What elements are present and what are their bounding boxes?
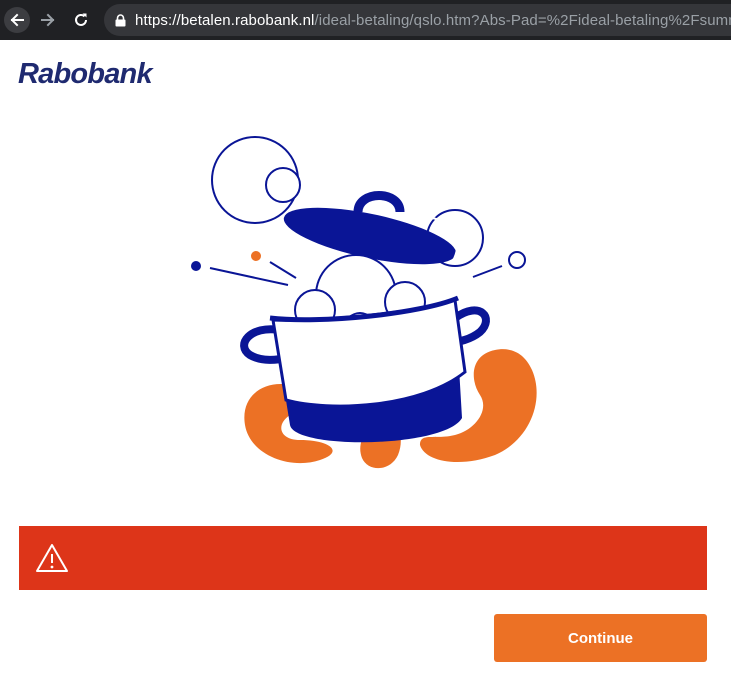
continue-button[interactable]: Continue	[494, 614, 707, 662]
motion-line	[269, 261, 297, 279]
motion-line	[209, 267, 289, 286]
arrow-right-icon	[41, 13, 55, 27]
address-bar[interactable]: https://betalen.rabobank.nl/ideal-betali…	[104, 4, 731, 36]
steam-bubble-small	[265, 167, 301, 203]
url-text: https://betalen.rabobank.nl/ideal-betali…	[135, 12, 731, 29]
steam-dot-orange	[251, 251, 261, 261]
steam-dot-left	[191, 261, 201, 271]
error-alert	[19, 526, 707, 590]
back-button[interactable]	[4, 7, 30, 33]
url-path: /ideal-betaling/qslo.htm?Abs-Pad=%2Fidea…	[314, 11, 731, 29]
url-host: https://betalen.rabobank.nl	[135, 11, 315, 29]
reload-icon	[75, 13, 87, 26]
steam-dot-right	[508, 251, 526, 269]
rabobank-logo: Rabobank	[18, 58, 153, 90]
arrow-left-icon	[10, 13, 24, 27]
cooking-pot-illustration	[191, 136, 537, 469]
browser-toolbar: https://betalen.rabobank.nl/ideal-betali…	[0, 0, 731, 40]
lid-handle	[353, 191, 405, 213]
motion-line	[472, 265, 503, 278]
warning-triangle-icon	[35, 543, 69, 573]
reload-button[interactable]	[68, 7, 94, 33]
lock-icon	[115, 13, 126, 27]
forward-button[interactable]	[35, 7, 61, 33]
